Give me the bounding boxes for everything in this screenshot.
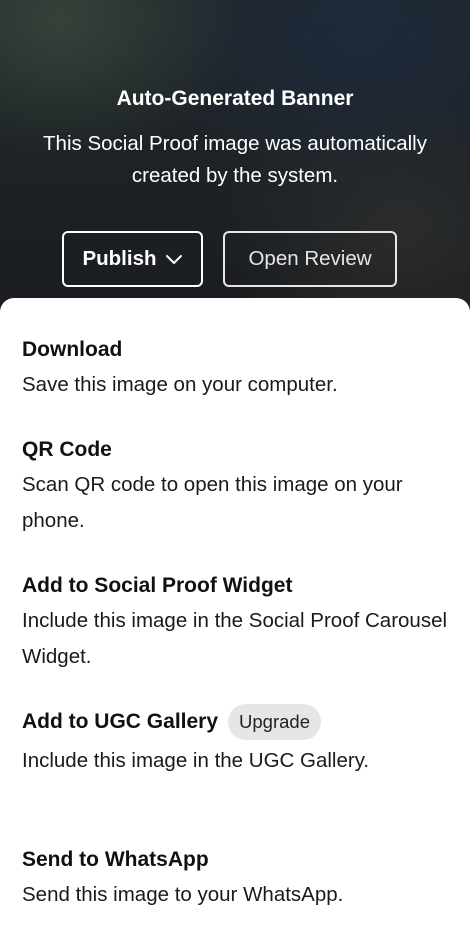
menu-item-title-row: Add to UGC Gallery Upgrade <box>22 704 452 740</box>
banner-description: This Social Proof image was automaticall… <box>43 132 427 187</box>
banner-title: Auto-Generated Banner <box>116 87 354 110</box>
publish-button-label: Publish <box>82 247 157 270</box>
open-review-button[interactable]: Open Review <box>223 231 397 287</box>
banner-preview: Auto-Generated Banner This Social Proof … <box>0 0 470 330</box>
chevron-down-icon <box>165 255 182 264</box>
menu-item-description: Save this image on your computer. <box>22 373 338 396</box>
menu-item-description: Scan QR code to open this image on your … <box>22 473 403 532</box>
publish-menu: Download Save this image on your compute… <box>0 298 470 944</box>
menu-item-description: Include this image in the UGC Gallery. <box>22 749 370 772</box>
menu-item-qr-code[interactable]: QR Code Scan QR code to open this image … <box>22 436 452 539</box>
menu-item-description: Include this image in the Social Proof C… <box>22 609 448 668</box>
menu-item-download[interactable]: Download Save this image on your compute… <box>22 336 452 403</box>
menu-item-send-to-whatsapp[interactable]: Send to WhatsApp Send this image to your… <box>22 846 452 913</box>
menu-item-add-to-social-proof-widget[interactable]: Add to Social Proof Widget Include this … <box>22 572 452 675</box>
menu-item-title: Add to Social Proof Widget <box>22 574 293 597</box>
menu-item-title: Send to WhatsApp <box>22 848 209 871</box>
upgrade-badge[interactable]: Upgrade <box>228 704 321 740</box>
menu-item-add-to-ugc-gallery[interactable]: Add to UGC Gallery Upgrade Include this … <box>22 704 452 779</box>
menu-item-description: Send this image to your WhatsApp. <box>22 883 344 906</box>
menu-item-title: Download <box>22 338 123 361</box>
open-review-button-label: Open Review <box>248 247 372 270</box>
menu-item-title: Add to UGC Gallery <box>22 710 219 733</box>
menu-item-title: QR Code <box>22 438 112 461</box>
publish-dropdown-button[interactable]: Publish <box>62 231 203 287</box>
